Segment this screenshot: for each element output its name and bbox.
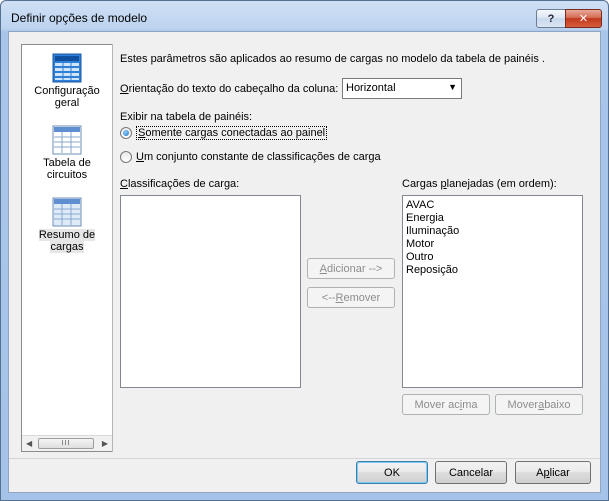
- orientation-select[interactable]: Horizontal ▼: [342, 78, 462, 99]
- help-icon: ?: [547, 12, 555, 25]
- sidebar-item-label: Configuração: [34, 85, 100, 97]
- classifications-label: Classificações de carga:: [120, 178, 240, 190]
- table-icon: [52, 125, 82, 155]
- display-label: Exibir na tabela de painéis:: [120, 111, 253, 123]
- list-item[interactable]: Reposição: [406, 264, 579, 277]
- dialog-client-area: Configuração geral Tabela de circuitos R…: [8, 31, 601, 493]
- radio-button[interactable]: [120, 151, 132, 163]
- sidebar-item-load-summary[interactable]: Resumo de cargas: [22, 197, 112, 253]
- sidebar-item-label: circuitos: [46, 169, 88, 181]
- intro-text: Estes parâmetros são aplicados ao resumo…: [120, 53, 545, 65]
- remove-button[interactable]: <-- Remover: [307, 287, 395, 308]
- move-up-button[interactable]: Mover ac i ma: [402, 394, 490, 415]
- list-item[interactable]: Motor: [406, 238, 579, 251]
- sidebar-item-label: Resumo de: [38, 229, 96, 241]
- sidebar-item-label: Tabela de: [43, 157, 91, 169]
- planned-loads-label: Cargas planejadas (em ordem):: [402, 178, 557, 190]
- radio-button[interactable]: [120, 127, 132, 139]
- footer-divider: [9, 458, 600, 459]
- planned-loads-list[interactable]: AVAC Energia Iluminação Motor Outro Repo…: [402, 195, 583, 388]
- move-down-button[interactable]: Mover a baixo: [495, 394, 583, 415]
- sidebar-item-general[interactable]: Configuração geral: [22, 53, 112, 109]
- close-icon: ✕: [578, 13, 589, 25]
- close-button[interactable]: ✕: [565, 9, 602, 28]
- sidebar-horizontal-scrollbar[interactable]: ◀ III ▶: [22, 435, 112, 451]
- dialog-window: Definir opções de modelo ? ✕ Configuraçã…: [0, 0, 609, 501]
- radio-label: Somente cargas conectadas ao painel: [136, 126, 328, 140]
- orientation-label: Orientação do texto do cabeçalho da colu…: [120, 83, 339, 95]
- title-bar[interactable]: Definir opções de modelo ? ✕: [1, 1, 608, 31]
- scrollbar-thumb[interactable]: III: [38, 438, 94, 449]
- scroll-right-icon[interactable]: ▶: [102, 439, 108, 448]
- classifications-list[interactable]: [120, 195, 301, 388]
- scroll-left-icon[interactable]: ◀: [26, 439, 32, 448]
- radio-label: Um conjunto constante de classificações …: [136, 151, 381, 163]
- help-button[interactable]: ?: [536, 9, 566, 28]
- list-item[interactable]: Energia: [406, 212, 579, 225]
- window-title: Definir opções de modelo: [11, 11, 148, 25]
- add-button[interactable]: Adicionar -->: [307, 258, 395, 279]
- ok-button[interactable]: OK: [356, 461, 428, 484]
- sidebar-item-label: geral: [54, 97, 80, 109]
- orientation-select-value: Horizontal: [346, 82, 396, 94]
- apply-button[interactable]: Ap licar: [515, 461, 591, 484]
- list-item[interactable]: Outro: [406, 251, 579, 264]
- radio-constant-set[interactable]: Um conjunto constante de classificações …: [120, 151, 381, 163]
- cancel-button[interactable]: Cancelar: [435, 461, 507, 484]
- table-icon: [52, 197, 82, 227]
- sidebar-item-label: cargas: [50, 241, 84, 253]
- category-sidebar: Configuração geral Tabela de circuitos R…: [21, 44, 113, 452]
- layout-grid-icon: [52, 53, 82, 83]
- list-item[interactable]: Iluminação: [406, 225, 579, 238]
- chevron-down-icon: ▼: [448, 82, 457, 92]
- radio-connected-loads[interactable]: Somente cargas conectadas ao painel: [120, 126, 328, 140]
- list-item[interactable]: AVAC: [406, 199, 579, 212]
- panel-divider: [112, 44, 113, 452]
- sidebar-item-circuits[interactable]: Tabela de circuitos: [22, 125, 112, 181]
